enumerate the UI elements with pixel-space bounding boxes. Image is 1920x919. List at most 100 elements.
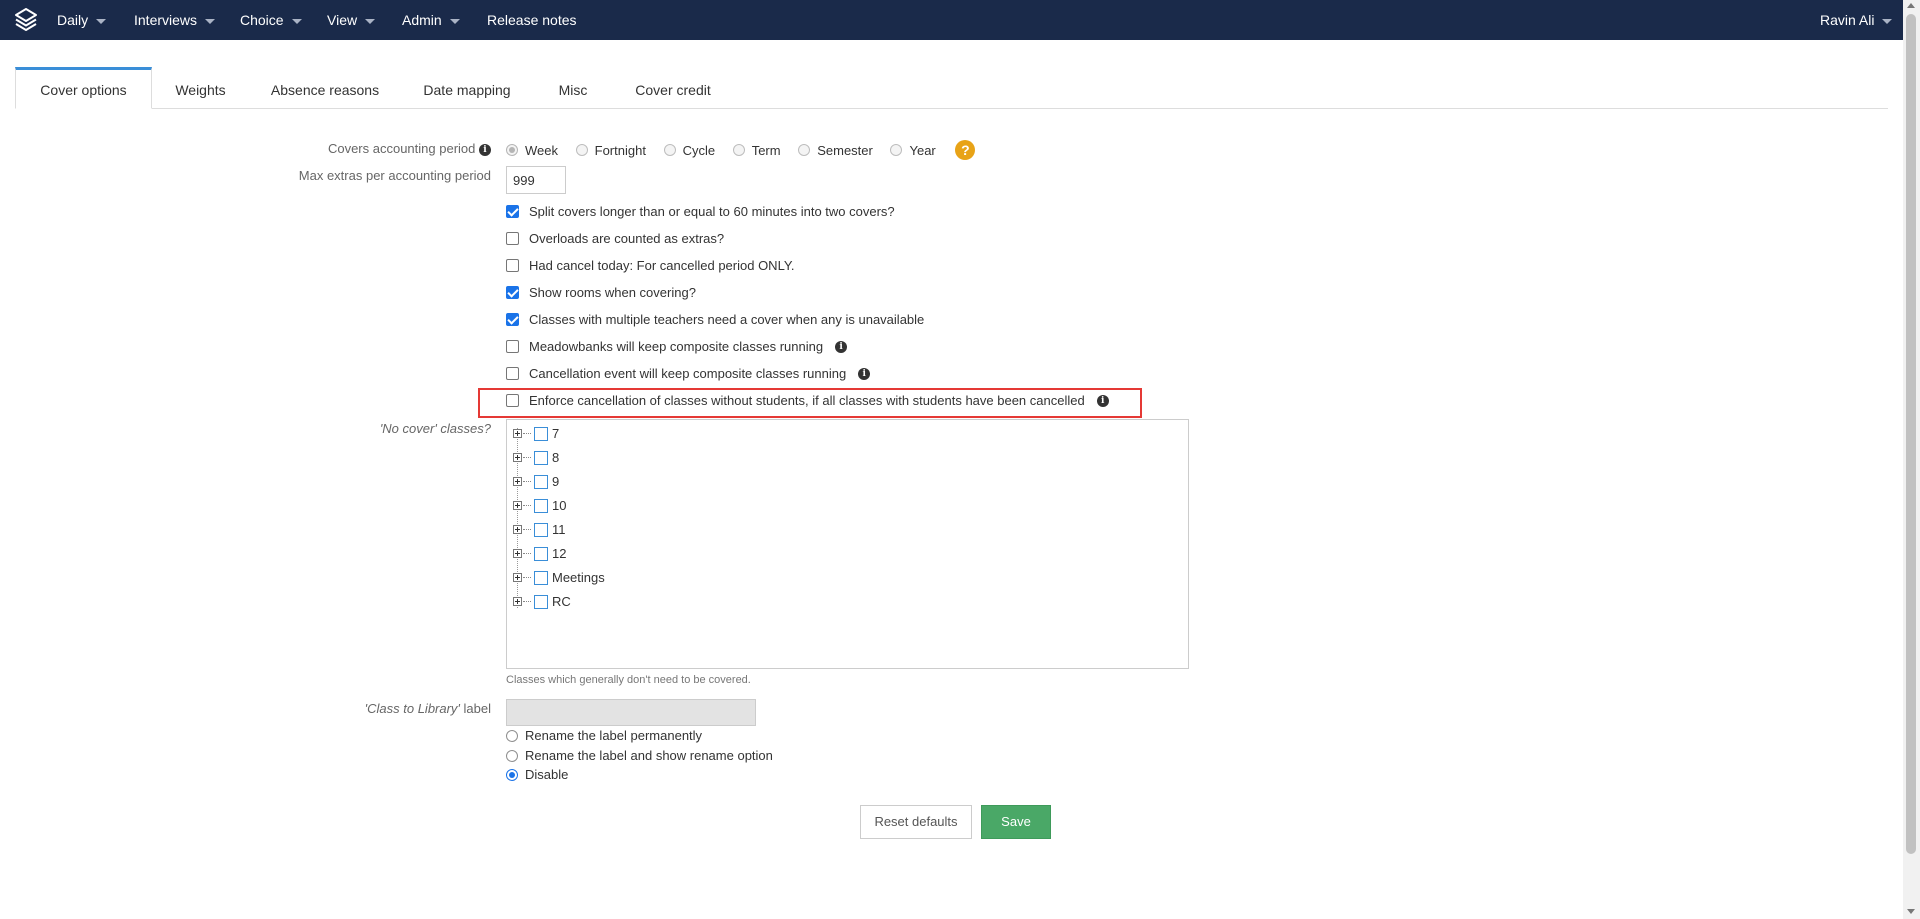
tree-node-label: 11 — [552, 522, 566, 538]
max-extras-input[interactable] — [506, 166, 566, 194]
accounting-period-label: Covers accounting period i — [328, 141, 491, 156]
radio-button[interactable] — [506, 144, 518, 156]
tree-node-12[interactable]: 12 — [513, 545, 566, 563]
radio-option-cycle[interactable]: Cycle — [663, 141, 715, 158]
expand-icon[interactable] — [513, 525, 522, 535]
radio-option-term[interactable]: Term — [732, 141, 781, 158]
tab-cover-options[interactable]: Cover options — [15, 67, 152, 109]
tree-checkbox[interactable] — [534, 570, 548, 585]
radio-button[interactable] — [890, 144, 903, 156]
checkbox-overloads-extras[interactable]: Overloads are counted as extras? — [506, 230, 724, 248]
no-cover-label: 'No cover' classes? — [380, 421, 491, 436]
radio-label: Rename the label and show rename option — [525, 748, 773, 764]
tree-node-11[interactable]: 11 — [513, 521, 566, 539]
info-icon[interactable]: i — [479, 143, 491, 156]
checkbox-multiple-teachers[interactable]: Classes with multiple teachers need a co… — [506, 311, 924, 329]
field-label: Covers accounting period — [327, 141, 476, 156]
expand-icon[interactable] — [513, 597, 522, 607]
nav-menu-daily[interactable]: Daily — [57, 0, 107, 40]
tree-node-9[interactable]: 9 — [513, 473, 559, 491]
expand-icon[interactable] — [513, 429, 522, 439]
nav-menu-admin[interactable]: Admin — [402, 0, 460, 40]
tab-absence-reasons[interactable]: Absence reasons — [260, 68, 390, 108]
radio-button[interactable] — [506, 749, 518, 762]
nav-menu-view[interactable]: View — [327, 0, 376, 40]
radio-button[interactable] — [575, 144, 588, 156]
radio-rename-permanently[interactable]: Rename the label permanently — [506, 727, 702, 745]
tree-connector — [523, 433, 531, 435]
checkbox[interactable] — [506, 232, 519, 246]
checkbox[interactable] — [506, 286, 519, 300]
checkbox-label: Overloads are counted as extras? — [529, 231, 725, 247]
tree-checkbox[interactable] — [534, 450, 548, 465]
expand-icon[interactable] — [513, 501, 522, 511]
radio-rename-show-option[interactable]: Rename the label and show rename option — [506, 747, 773, 765]
radio-button[interactable] — [506, 729, 518, 742]
radio-option-year[interactable]: Year — [890, 141, 936, 158]
field-label-italic: 'Class to Library' — [364, 701, 460, 716]
radio-disable[interactable]: Disable — [506, 766, 568, 784]
expand-icon[interactable] — [513, 549, 522, 559]
checkbox[interactable] — [506, 340, 519, 354]
class-to-library-label: 'Class to Library' label — [365, 701, 491, 716]
tree-checkbox[interactable] — [534, 426, 548, 441]
tree-node-rc[interactable]: RC — [513, 593, 571, 611]
checkbox[interactable] — [506, 313, 519, 327]
tab-weights[interactable]: Weights — [160, 68, 241, 108]
checkbox-label: Classes with multiple teachers need a co… — [529, 312, 925, 328]
user-menu[interactable]: Ravin Ali — [1820, 0, 1893, 40]
nav-menu-interviews[interactable]: Interviews — [134, 0, 216, 40]
nav-menu-release-notes[interactable]: Release notes — [487, 0, 577, 40]
tree-checkbox[interactable] — [534, 522, 548, 537]
expand-icon[interactable] — [513, 573, 522, 583]
help-icon[interactable]: ? — [955, 140, 976, 160]
tree-node-8[interactable]: 8 — [513, 449, 559, 467]
checkbox-cancellation-event-composite[interactable]: Cancellation event will keep composite c… — [506, 365, 871, 383]
radio-button[interactable] — [506, 768, 518, 781]
tree-checkbox[interactable] — [534, 546, 548, 561]
expand-icon[interactable] — [513, 453, 522, 463]
expand-icon[interactable] — [513, 477, 522, 487]
checkbox[interactable] — [506, 394, 519, 408]
info-icon[interactable]: i — [835, 340, 848, 353]
checkbox-show-rooms[interactable]: Show rooms when covering? — [506, 284, 696, 302]
page-scrollbar[interactable] — [1903, 0, 1920, 919]
checkbox-had-cancel-today[interactable]: Had cancel today: For cancelled period O… — [506, 257, 794, 275]
tree-checkbox[interactable] — [534, 474, 548, 489]
radio-button[interactable] — [732, 144, 745, 156]
save-button[interactable]: Save — [981, 805, 1051, 839]
tab-cover-credit[interactable]: Cover credit — [626, 68, 720, 108]
checkbox[interactable] — [506, 205, 519, 219]
checkbox-label: Show rooms when covering? — [529, 285, 696, 301]
checkbox[interactable] — [506, 367, 519, 381]
radio-option-week[interactable]: Week — [506, 141, 558, 158]
tree-node-7[interactable]: 7 — [513, 425, 559, 443]
radio-option-semester[interactable]: Semester — [798, 141, 873, 158]
tree-node-label: RC — [552, 594, 571, 610]
tree-checkbox[interactable] — [534, 498, 548, 513]
checkbox-enforce-cancellation[interactable]: Enforce cancellation of classes without … — [506, 392, 1109, 410]
radio-label: Year — [909, 142, 936, 158]
checkbox-split-covers[interactable]: Split covers longer than or equal to 60 … — [506, 203, 895, 221]
radio-option-fortnight[interactable]: Fortnight — [575, 141, 646, 158]
scrollbar-thumb[interactable] — [1906, 14, 1916, 854]
info-icon[interactable]: i — [858, 367, 871, 380]
nav-menu-choice[interactable]: Choice — [240, 0, 302, 40]
tab-misc[interactable]: Misc — [544, 68, 602, 108]
checkbox-meadowbanks-composite[interactable]: Meadowbanks will keep composite classes … — [506, 338, 848, 356]
info-icon[interactable]: i — [1096, 394, 1109, 407]
scroll-down-icon[interactable] — [1907, 909, 1915, 914]
checkbox[interactable] — [506, 259, 519, 273]
field-label: Max extras per accounting period — [298, 168, 491, 183]
tab-date-mapping[interactable]: Date mapping — [412, 68, 522, 108]
radio-button[interactable] — [798, 144, 811, 156]
tree-checkbox[interactable] — [534, 594, 548, 609]
tab-label: Absence reasons — [270, 82, 380, 98]
app-logo-icon[interactable] — [13, 7, 39, 33]
tree-node-10[interactable]: 10 — [513, 497, 566, 515]
no-cover-tree[interactable]: 7 8 9 10 11 12 Meetings RC — [506, 419, 1189, 669]
radio-button[interactable] — [663, 144, 676, 156]
tree-node-meetings[interactable]: Meetings — [513, 569, 605, 587]
scroll-up-icon[interactable] — [1907, 3, 1915, 8]
reset-defaults-button[interactable]: Reset defaults — [860, 805, 972, 839]
